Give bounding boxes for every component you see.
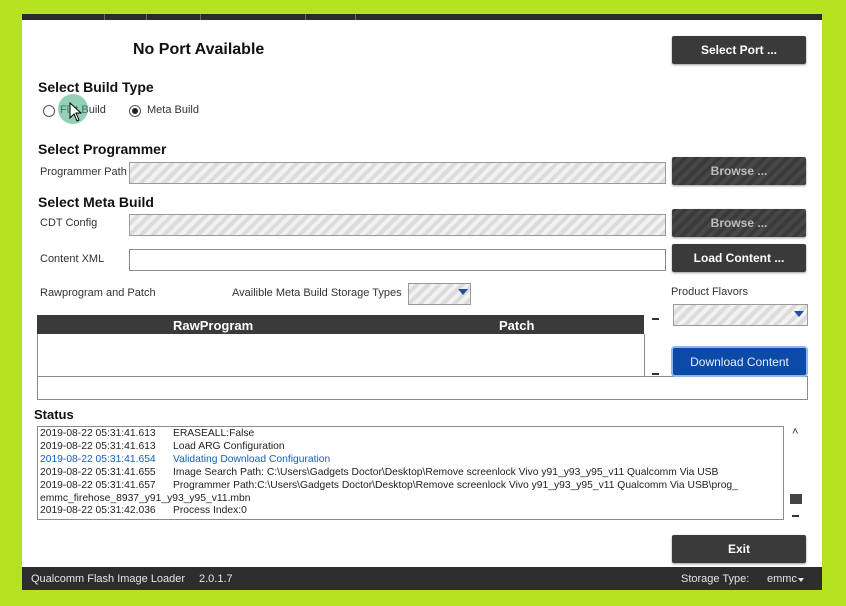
status-bar: Qualcomm Flash Image Loader 2.0.1.7 Stor…	[22, 567, 822, 590]
log-row: 2019-08-22 05:31:41.613 Load ARG Configur…	[40, 441, 783, 454]
rawprogram-label: Rawprogram and Patch	[40, 287, 156, 299]
status-log[interactable]: 2019-08-22 05:31:41.613 ERASEALL:False 201…	[37, 426, 784, 520]
app-name: Qualcomm Flash Image Loader	[31, 573, 186, 585]
title-bar-divider	[355, 14, 356, 20]
app-version: 2.0.1.7	[199, 573, 233, 585]
download-content-button[interactable]: Download Content	[673, 348, 806, 375]
cdt-browse-button[interactable]: Browse ...	[672, 209, 806, 237]
chevron-down-icon	[794, 311, 804, 317]
chevron-down-icon	[458, 289, 468, 295]
log-message: Programmer Path:C:\Users\Gadgets Doctor\…	[173, 479, 738, 491]
log-time: 2019-08-22 05:31:41.655	[40, 466, 156, 478]
chevron-down-icon[interactable]	[798, 578, 804, 582]
table-body[interactable]	[37, 334, 645, 376]
log-row: 2019-08-22 05:31:41.655 Image Search Path…	[40, 467, 783, 480]
exit-button[interactable]: Exit	[672, 535, 806, 563]
status-heading: Status	[34, 407, 74, 422]
meta-build-radio[interactable]	[129, 105, 141, 117]
log-time: 2019-08-22 05:31:41.613	[40, 440, 156, 452]
title-bar	[22, 14, 822, 20]
product-flavors-label: Product Flavors	[671, 286, 749, 298]
log-row: 2019-08-22 05:31:41.654 Validating Downlo…	[40, 454, 783, 467]
programmer-browse-button[interactable]: Browse ...	[672, 157, 806, 185]
meta-build-label: Meta Build	[147, 104, 199, 116]
progress-bar	[37, 376, 808, 400]
storage-type-label: Storage Type:	[681, 573, 750, 585]
log-time: 2019-08-22 05:31:41.654	[40, 453, 156, 465]
scroll-down-icon[interactable]	[792, 515, 799, 517]
storage-types-label: Availible Meta Build Storage Types	[232, 287, 402, 299]
log-row: 2019-08-22 05:31:42.036 Process Index:0	[40, 505, 783, 518]
log-message: Process Index:0	[173, 505, 247, 517]
log-time: 2019-08-22 05:31:41.613	[40, 428, 156, 439]
storage-types-select[interactable]	[408, 283, 471, 305]
column-header-rawprogram: RawProgram	[173, 318, 254, 333]
log-time: 2019-08-22 05:31:42.036	[40, 505, 156, 517]
log-message: Image Search Path: C:\Users\Gadgets Doct…	[173, 466, 719, 478]
mouse-cursor-icon	[69, 102, 82, 122]
table-header: RawProgram Patch	[37, 315, 644, 334]
log-time: 2019-08-22 05:31:41.657	[40, 479, 156, 491]
content-xml-field[interactable]	[129, 249, 666, 271]
title-bar-divider	[305, 14, 306, 20]
collapse-icon[interactable]	[652, 318, 659, 320]
log-message: emmc_firehose_8937_y91_y93_y95_v11.mbn	[40, 492, 251, 504]
cdt-config-label: CDT Config	[40, 217, 98, 229]
log-message: Load ARG Configuration	[173, 440, 285, 452]
cdt-config-field[interactable]	[129, 214, 666, 236]
product-flavors-select[interactable]	[673, 304, 808, 326]
log-message: Validating Download Configuration	[173, 453, 331, 465]
port-status: No Port Available	[133, 41, 265, 58]
log-row: 2019-08-22 05:31:41.657 Programmer Path:C…	[40, 480, 783, 493]
build-type-heading: Select Build Type	[38, 79, 154, 95]
load-content-button[interactable]: Load Content ...	[672, 244, 806, 272]
programmer-path-field[interactable]	[129, 162, 666, 184]
content-xml-label: Content XML	[40, 253, 105, 265]
flat-build-radio[interactable]	[43, 105, 55, 117]
select-port-button[interactable]: Select Port ...	[672, 36, 806, 64]
title-bar-divider	[146, 14, 147, 20]
main-window: No Port Available Select Port ... Select…	[22, 14, 822, 590]
programmer-path-label: Programmer Path	[40, 166, 127, 178]
log-message: ERASEALL:False	[173, 428, 255, 439]
storage-type-value[interactable]: emmc	[767, 573, 797, 585]
log-row: emmc_firehose_8937_y91_y93_y95_v11.mbn	[40, 493, 783, 506]
log-row: 2019-08-22 05:31:41.613 ERASEALL:False	[40, 428, 783, 441]
meta-build-heading: Select Meta Build	[38, 194, 154, 210]
column-header-patch: Patch	[499, 318, 535, 333]
scroll-up-icon[interactable]: ˄	[792, 426, 798, 438]
collapse-icon[interactable]	[652, 373, 659, 375]
programmer-heading: Select Programmer	[38, 141, 167, 157]
title-bar-divider	[200, 14, 201, 20]
scrollbar-thumb[interactable]	[790, 494, 802, 504]
title-bar-divider	[104, 14, 105, 20]
